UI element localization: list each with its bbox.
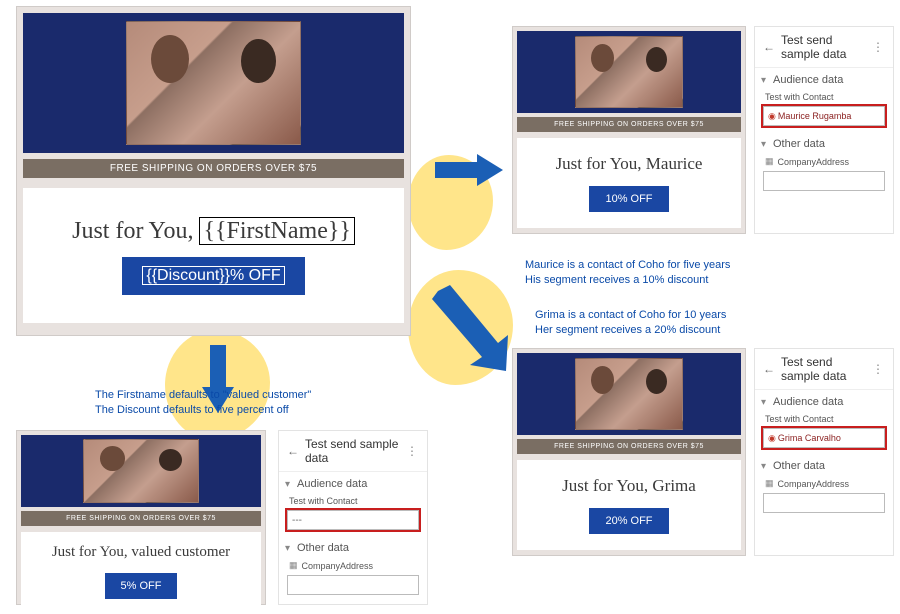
back-icon[interactable]: ← (763, 362, 775, 376)
hero-photo (575, 358, 683, 430)
headline: Just for You, {{FirstName}} (27, 218, 400, 245)
hero-banner (517, 31, 741, 113)
test-with-contact-input[interactable]: --- (287, 510, 419, 530)
headline: Just for You, valued customer (25, 544, 257, 561)
other-section[interactable]: ▾ Other data (279, 536, 427, 556)
email-body: Just for You, {{FirstName}} {{Discount}}… (23, 188, 404, 323)
more-icon[interactable]: ⋮ (406, 444, 419, 458)
chevron-down-icon: ▾ (761, 139, 766, 150)
discount-cta[interactable]: 5% OFF (105, 573, 178, 599)
panel-header: ← Test send sample data ⋮ (279, 431, 427, 472)
chevron-down-icon: ▾ (761, 397, 766, 408)
decor-blob (408, 155, 493, 250)
other-section[interactable]: ▾ Other data (755, 132, 893, 152)
audience-section[interactable]: ▾ Audience data (755, 390, 893, 410)
test-with-contact-input[interactable]: ◉ Maurice Rugamba (763, 106, 885, 126)
test-with-contact-label: Test with Contact (755, 410, 893, 426)
building-icon: ▦ (289, 560, 298, 571)
shipping-bar: FREE SHIPPING ON ORDERS OVER $75 (517, 117, 741, 132)
hero-banner (21, 435, 261, 507)
email-body: Just for You, Grima 20% OFF (517, 460, 741, 550)
audience-section[interactable]: ▾ Audience data (279, 472, 427, 492)
preview-card-maurice: FREE SHIPPING ON ORDERS OVER $75 Just fo… (512, 26, 746, 234)
test-with-contact-label: Test with Contact (755, 88, 893, 104)
headline: Just for You, Maurice (521, 154, 737, 174)
hero-photo (126, 21, 301, 144)
panel-header: ← Test send sample data ⋮ (755, 349, 893, 390)
decor-blob (408, 270, 513, 385)
discount-token: {{Discount}}% OFF (142, 266, 284, 285)
company-address-input[interactable] (763, 493, 885, 513)
caption-maurice: Maurice is a contact of Coho for five ye… (525, 258, 755, 288)
test-send-panel-grima: ← Test send sample data ⋮ ▾ Audience dat… (754, 348, 894, 556)
test-send-panel-maurice: ← Test send sample data ⋮ ▾ Audience dat… (754, 26, 894, 234)
contact-chip[interactable]: ◉ Maurice Rugamba (768, 111, 851, 122)
hero-banner (23, 13, 404, 153)
chevron-down-icon: ▾ (761, 75, 766, 86)
panel-title: Test send sample data (781, 33, 866, 61)
preview-card-default: FREE SHIPPING ON ORDERS OVER $75 Just fo… (16, 430, 266, 605)
person-icon: ◉ (768, 433, 776, 444)
more-icon[interactable]: ⋮ (872, 40, 885, 54)
shipping-bar: FREE SHIPPING ON ORDERS OVER $75 (23, 159, 404, 178)
back-icon[interactable]: ← (763, 40, 775, 54)
company-address-label: ▦ CompanyAddress (755, 152, 893, 169)
shipping-bar: FREE SHIPPING ON ORDERS OVER $75 (517, 439, 741, 454)
back-icon[interactable]: ← (287, 444, 299, 458)
firstname-token[interactable]: {{FirstName}} (199, 217, 354, 245)
discount-cta[interactable]: 20% OFF (589, 508, 668, 534)
discount-cta[interactable]: 10% OFF (589, 186, 668, 212)
person-icon: ◉ (768, 111, 776, 122)
chevron-down-icon: ▾ (285, 543, 290, 554)
shipping-bar: FREE SHIPPING ON ORDERS OVER $75 (21, 511, 261, 526)
panel-header: ← Test send sample data ⋮ (755, 27, 893, 68)
contact-chip[interactable]: ◉ Grima Carvalho (768, 433, 841, 444)
chevron-down-icon: ▾ (285, 479, 290, 490)
hero-photo (83, 439, 198, 502)
preview-card-grima: FREE SHIPPING ON ORDERS OVER $75 Just fo… (512, 348, 746, 556)
test-with-contact-label: Test with Contact (279, 492, 427, 508)
panel-title: Test send sample data (781, 355, 866, 383)
email-body: Just for You, valued customer 5% OFF (21, 532, 261, 611)
chevron-down-icon: ▾ (761, 461, 766, 472)
test-with-contact-input[interactable]: ◉ Grima Carvalho (763, 428, 885, 448)
other-section[interactable]: ▾ Other data (755, 454, 893, 474)
email-template-card: FREE SHIPPING ON ORDERS OVER $75 Just fo… (16, 6, 411, 336)
email-body: Just for You, Maurice 10% OFF (517, 138, 741, 228)
caption-default: The Firstname defaults to "valued custom… (95, 388, 325, 418)
company-address-label: ▦ CompanyAddress (279, 556, 427, 573)
hero-photo (575, 36, 683, 108)
headline-prefix: Just for You, (72, 218, 199, 244)
building-icon: ▦ (765, 156, 774, 167)
company-address-input[interactable] (287, 575, 419, 595)
test-send-panel-default: ← Test send sample data ⋮ ▾ Audience dat… (278, 430, 428, 605)
building-icon: ▦ (765, 478, 774, 489)
more-icon[interactable]: ⋮ (872, 362, 885, 376)
audience-section[interactable]: ▾ Audience data (755, 68, 893, 88)
discount-cta[interactable]: {{Discount}}% OFF (122, 257, 304, 295)
decor-blob (165, 330, 270, 440)
hero-banner (517, 353, 741, 435)
caption-grima: Grima is a contact of Coho for 10 years … (535, 308, 765, 338)
company-address-label: ▦ CompanyAddress (755, 474, 893, 491)
panel-title: Test send sample data (305, 437, 400, 465)
company-address-input[interactable] (763, 171, 885, 191)
headline: Just for You, Grima (521, 476, 737, 496)
